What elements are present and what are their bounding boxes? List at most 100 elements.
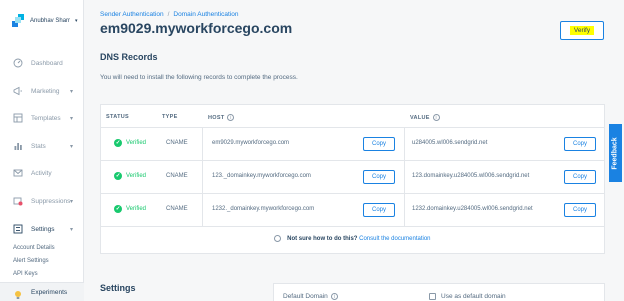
info-icon[interactable]: i [227, 114, 235, 121]
verify-button-label: Verify [569, 26, 595, 35]
column-divider [404, 128, 405, 161]
column-header-value: VALUE i [410, 114, 440, 121]
sidebar-item-label: Templates [31, 114, 61, 122]
copy-host-button[interactable]: Copy [363, 137, 395, 151]
chevron-down-icon: ▾ [70, 88, 74, 95]
bar-chart-icon [12, 141, 23, 152]
chevron-down-icon: ▾ [70, 198, 74, 205]
host-header-label: HOST [208, 114, 225, 121]
info-icon[interactable]: i [330, 293, 338, 300]
default-domain-text: Default Domain [283, 293, 328, 301]
sendgrid-logo-icon [12, 14, 25, 27]
settings-title: Settings [100, 283, 136, 293]
feedback-label: Feedback [612, 136, 620, 170]
record-type: CNAME [166, 206, 188, 212]
status-text: Verified [126, 206, 147, 212]
sidebar: Anubhav Sharr ▾ Dashboard Marketing ▾ Te… [0, 0, 84, 301]
status-text: Verified [126, 140, 147, 146]
table-row: ✓ Verified CNAME 123._domainkey.myworkfo… [101, 161, 604, 194]
record-value: u284005.wl006.sendgrid.net [412, 140, 488, 146]
column-divider [202, 194, 203, 227]
status-badge: ✓ Verified [114, 205, 146, 213]
column-header-host: HOST i [208, 114, 235, 121]
settings-icon [12, 224, 23, 235]
help-text: Not sure how to do this? Consult the doc… [101, 235, 604, 242]
table-row: ✓ Verified CNAME em9029.myworkforcego.co… [101, 128, 604, 161]
envelope-icon [12, 168, 23, 179]
record-value: 123.domainkey.u284005.wl006.sendgrid.net [412, 173, 530, 179]
copy-host-button[interactable]: Copy [363, 203, 395, 217]
sidebar-subitem-api-keys[interactable]: API Keys [13, 271, 38, 277]
record-value: 1232.domainkey.u284005.wl006.sendgrid.ne… [412, 206, 533, 212]
megaphone-icon [12, 86, 23, 97]
default-domain-checkbox[interactable] [429, 293, 436, 300]
sidebar-item-label: Suppressions [31, 197, 71, 205]
lightbulb-icon [14, 287, 22, 301]
sidebar-item-label: Stats [31, 142, 46, 150]
breadcrumb-separator: / [167, 11, 170, 18]
check-circle-icon: ✓ [114, 139, 122, 147]
chevron-down-icon: ▾ [75, 17, 78, 24]
help-lead: Not sure how to do this? [287, 236, 358, 243]
chevron-down-icon: ▾ [70, 143, 74, 150]
column-header-type: TYPE [162, 114, 178, 120]
record-host: 1232._domainkey.myworkforcego.com [212, 206, 315, 212]
sidebar-item-suppressions[interactable]: Suppressions ▾ [0, 190, 84, 212]
copy-host-button[interactable]: Copy [363, 170, 395, 184]
account-name: Anubhav Sharr [30, 17, 71, 24]
sidebar-item-label: Settings [31, 225, 55, 233]
record-type: CNAME [166, 140, 188, 146]
status-badge: ✓ Verified [114, 139, 146, 147]
account-switcher[interactable]: Anubhav Sharr ▾ [12, 14, 78, 27]
sidebar-item-label: Marketing [31, 87, 60, 95]
status-text: Verified [126, 173, 147, 179]
copy-value-button[interactable]: Copy [564, 203, 596, 217]
check-circle-icon: ✓ [114, 172, 122, 180]
templates-icon [12, 113, 23, 124]
column-divider [404, 194, 405, 227]
use-default-label: Use as default domain [441, 293, 506, 300]
column-divider [202, 161, 203, 194]
table-row: ✓ Verified CNAME 1232._domainkey.myworkf… [101, 194, 604, 227]
copy-value-button[interactable]: Copy [564, 170, 596, 184]
dns-records-table: STATUS TYPE HOST i VALUE i ✓ Verified CNAM… [100, 104, 605, 254]
value-header-label: VALUE [410, 114, 430, 121]
status-badge: ✓ Verified [114, 172, 146, 180]
sidebar-item-templates[interactable]: Templates ▾ [0, 107, 84, 129]
sidebar-item-experiments[interactable]: Experiments [0, 282, 84, 301]
dns-records-title: DNS Records [100, 52, 158, 62]
settings-card: Default Domain i Use as default domain [273, 283, 605, 301]
sidebar-subitem-account-details[interactable]: Account Details [13, 245, 55, 251]
copy-value-button[interactable]: Copy [564, 137, 596, 151]
info-icon[interactable]: i [432, 114, 440, 121]
column-header-status: STATUS [106, 114, 129, 120]
sidebar-item-stats[interactable]: Stats ▾ [0, 135, 84, 157]
column-divider [404, 161, 405, 194]
sidebar-item-activity[interactable]: Activity [0, 162, 84, 184]
record-host: 123._domainkey.myworkforcego.com [212, 173, 311, 179]
breadcrumb-sender-authentication[interactable]: Sender Authentication [100, 11, 164, 18]
record-host: em9029.myworkforcego.com [212, 140, 290, 146]
dns-instructions: You will need to install the following r… [100, 74, 298, 81]
breadcrumb-domain-authentication[interactable]: Domain Authentication [173, 11, 238, 18]
gauge-icon [12, 58, 23, 69]
sidebar-item-marketing[interactable]: Marketing ▾ [0, 80, 84, 102]
chevron-down-icon: ▾ [70, 226, 74, 233]
verify-button[interactable]: Verify [560, 21, 604, 40]
sidebar-item-label: Dashboard [31, 59, 63, 67]
sidebar-item-dashboard[interactable]: Dashboard [0, 52, 84, 74]
page-title: em9029.myworkforcego.com [100, 20, 293, 36]
suppression-icon [12, 196, 23, 207]
sidebar-item-label: Experiments [31, 289, 68, 296]
check-circle-icon: ✓ [114, 205, 122, 213]
record-type: CNAME [166, 173, 188, 179]
sidebar-subitem-alert-settings[interactable]: Alert Settings [13, 258, 49, 264]
sidebar-item-settings[interactable]: Settings ▾ [0, 218, 84, 240]
documentation-link[interactable]: Consult the documentation [359, 236, 430, 242]
default-domain-label: Default Domain i [283, 293, 338, 300]
sidebar-item-label: Activity [31, 169, 52, 177]
feedback-tab[interactable]: Feedback [609, 124, 622, 182]
chevron-down-icon: ▾ [70, 115, 74, 122]
lifebuoy-icon [274, 235, 282, 242]
column-divider [202, 128, 203, 161]
